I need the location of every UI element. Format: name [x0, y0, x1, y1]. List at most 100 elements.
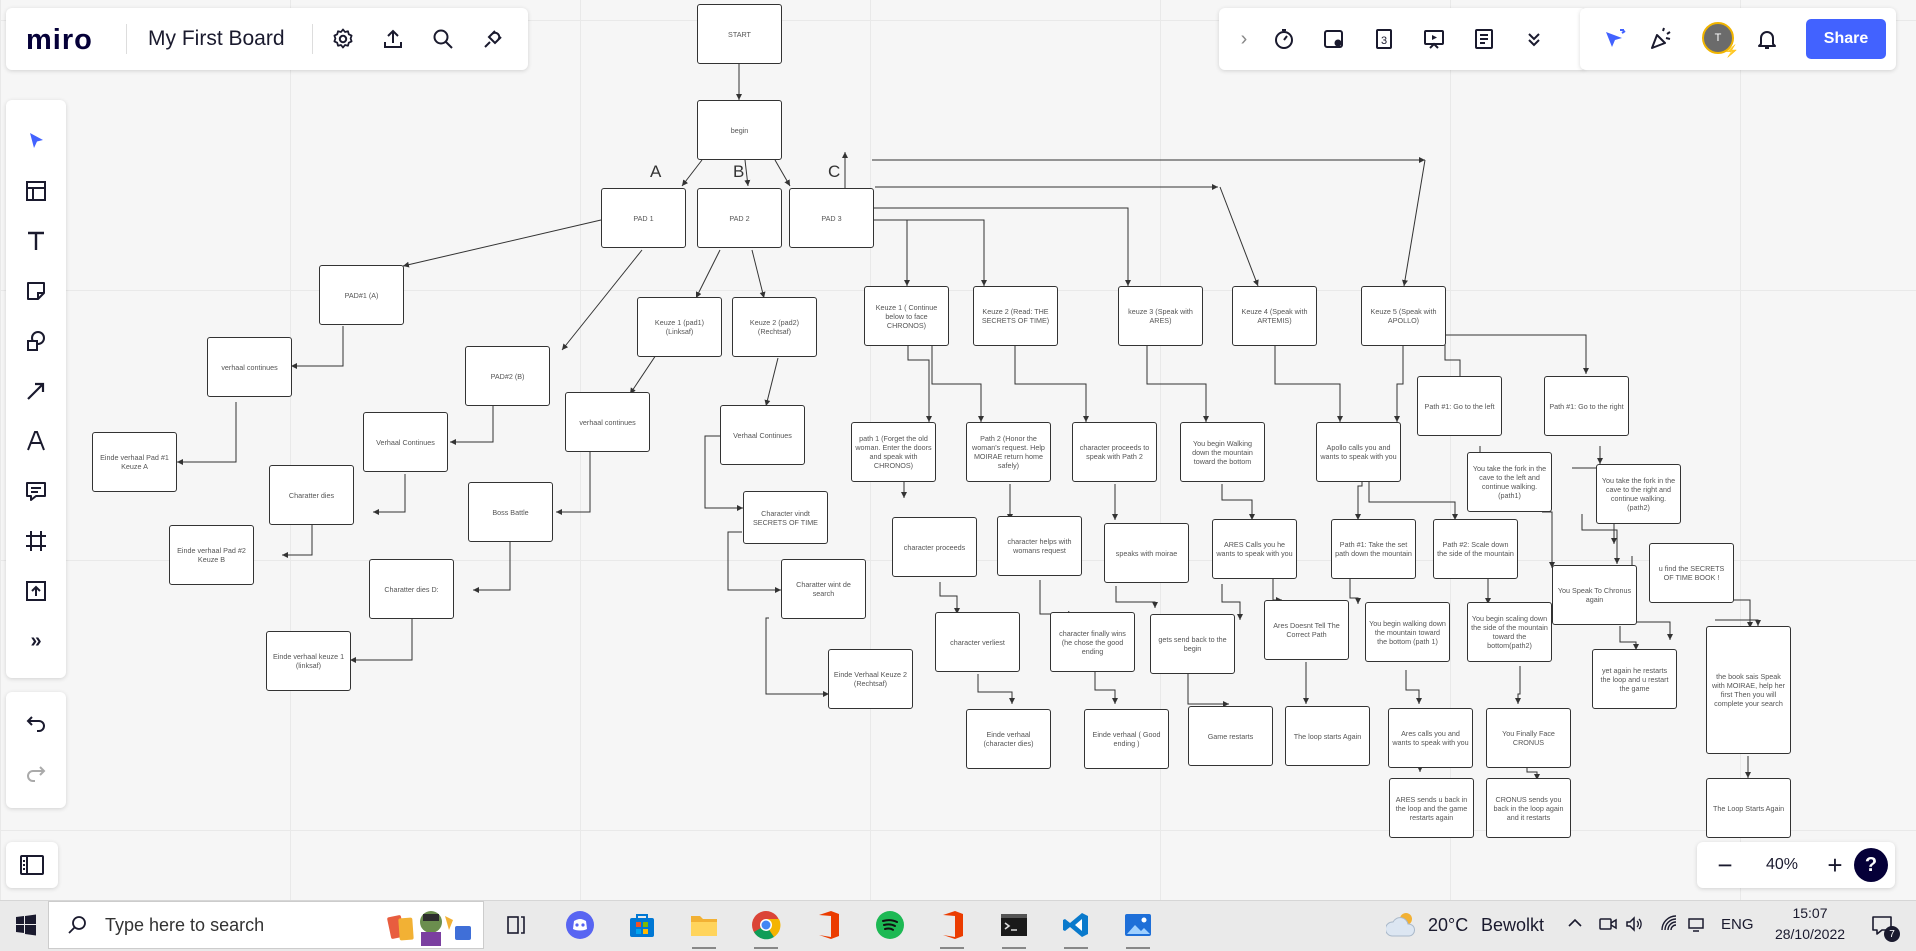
flow-node[interactable]: Ares Doesnt Tell The Correct Path: [1264, 600, 1349, 660]
upload-icon[interactable]: [376, 22, 410, 56]
flow-node[interactable]: You begin scaling down the side of the m…: [1467, 602, 1552, 662]
flow-node[interactable]: u find the SECRETS OF TIME BOOK !: [1649, 543, 1734, 603]
flow-node[interactable]: You Speak To Chronus again: [1552, 565, 1637, 625]
office-icon[interactable]: [934, 907, 970, 949]
flow-node[interactable]: ARES Calls you he wants to speak with yo…: [1212, 519, 1297, 579]
flow-node[interactable]: PAD 2: [697, 188, 782, 248]
zoom-out-button[interactable]: −: [1711, 850, 1739, 880]
flow-node[interactable]: Einde verhaal Pad #2 Keuze B: [169, 525, 254, 585]
flow-node[interactable]: verhaal continues: [207, 337, 292, 397]
miro-logo[interactable]: miro: [26, 24, 93, 57]
flow-node[interactable]: Keuze 4 (Speak with ARTEMIS): [1232, 286, 1317, 346]
flow-node[interactable]: Einde Verhaal Keuze 2 (Rechtsaf): [828, 649, 913, 709]
clock-date[interactable]: 28/10/2022: [1773, 926, 1847, 942]
sticky-note-icon[interactable]: [19, 274, 53, 308]
volume-icon[interactable]: [1624, 914, 1644, 939]
settings-icon[interactable]: [326, 22, 360, 56]
flow-node[interactable]: Keuze 5 (Speak with APOLLO): [1361, 286, 1446, 346]
flow-node[interactable]: character proceeds: [892, 517, 977, 577]
flow-node[interactable]: Keuze 2 (pad2) (Rechtsaf): [732, 297, 817, 357]
microsoft-store-icon[interactable]: [624, 907, 660, 943]
flow-node[interactable]: START: [697, 4, 782, 64]
celebration-icon[interactable]: [1644, 22, 1678, 56]
weather-temperature[interactable]: 20°C: [1428, 915, 1468, 936]
wifi-icon[interactable]: [1660, 914, 1680, 939]
zoom-level[interactable]: 40%: [1757, 856, 1807, 874]
flow-node[interactable]: Verhaal Continues: [363, 412, 448, 472]
flow-node[interactable]: yet again he restarts the loop and u res…: [1592, 649, 1677, 709]
undo-icon[interactable]: [19, 706, 53, 740]
board-title[interactable]: My First Board: [148, 27, 285, 51]
photos-icon[interactable]: [1120, 907, 1156, 949]
flow-node[interactable]: Einde verhaal ( Good ending ): [1084, 709, 1169, 769]
flow-node[interactable]: PAD 3: [789, 188, 874, 248]
network-icon[interactable]: [1686, 914, 1706, 939]
flow-node[interactable]: begin: [697, 100, 782, 160]
flow-node[interactable]: CRONUS sends you back in the loop again …: [1486, 778, 1571, 838]
flow-node[interactable]: The Loop Starts Again: [1706, 778, 1791, 838]
flow-node[interactable]: keuze 3 (Speak with ARES): [1118, 286, 1203, 346]
flow-node[interactable]: You begin walking down the mountain towa…: [1365, 602, 1450, 662]
flow-node[interactable]: Path #2: Scale down the side of the moun…: [1433, 519, 1518, 579]
flow-node[interactable]: You begin Walking down the mountain towa…: [1180, 422, 1265, 482]
flow-node[interactable]: Path #1: Go to the left: [1417, 376, 1502, 436]
flow-node[interactable]: You Finally Face CRONUS: [1486, 708, 1571, 768]
sidebar-panel-icon[interactable]: [15, 848, 49, 882]
flow-node[interactable]: gets send back to the begin: [1150, 614, 1235, 674]
taskbar-search-box[interactable]: Type here to search: [48, 901, 484, 949]
flow-node[interactable]: Apollo calls you and wants to speak with…: [1316, 422, 1401, 482]
flow-node[interactable]: Einde verhaal Pad #1 Keuze A: [92, 432, 177, 492]
flow-node[interactable]: PAD#1 (A): [319, 265, 404, 325]
flow-node[interactable]: Boss Battle: [468, 482, 553, 542]
redo-icon[interactable]: [19, 756, 53, 790]
reactions-icon[interactable]: [1317, 22, 1351, 56]
terminal-icon[interactable]: [996, 907, 1032, 949]
flow-node[interactable]: ARES sends u back in the loop and the ga…: [1389, 778, 1474, 838]
flow-node[interactable]: You take the fork in the cave to the rig…: [1596, 464, 1681, 524]
chrome-icon[interactable]: [748, 907, 784, 949]
flow-node[interactable]: Character vindt SECRETS OF TIME: [743, 491, 828, 544]
flow-node[interactable]: the book sais Speak with MOIRAE, help he…: [1706, 626, 1791, 754]
flow-node[interactable]: Verhaal Continues: [720, 405, 805, 465]
vscode-icon[interactable]: [1058, 907, 1094, 949]
shapes-icon[interactable]: [19, 324, 53, 358]
flow-node[interactable]: Charatter dies D:: [369, 559, 454, 619]
chevron-right-icon[interactable]: ›: [1227, 22, 1261, 56]
help-button[interactable]: ?: [1854, 848, 1888, 882]
zoom-in-button[interactable]: +: [1821, 850, 1849, 880]
discord-icon[interactable]: [562, 907, 598, 943]
voting-icon[interactable]: 3: [1367, 22, 1401, 56]
flow-node[interactable]: Charatter wint de search: [781, 559, 866, 619]
flow-node[interactable]: You take the fork in the cave to the lef…: [1467, 452, 1552, 512]
weather-icon[interactable]: [1385, 910, 1420, 945]
templates-icon[interactable]: [19, 174, 53, 208]
clock-time[interactable]: 15:07: [1773, 905, 1847, 921]
share-button[interactable]: Share: [1806, 19, 1886, 59]
cursor-collaboration-icon[interactable]: [1598, 22, 1632, 56]
plugin-icon[interactable]: [476, 22, 510, 56]
chevron-up-icon[interactable]: [1566, 914, 1584, 937]
flow-node[interactable]: The loop starts Again: [1285, 706, 1370, 766]
connection-line-icon[interactable]: [19, 374, 53, 408]
double-chevron-down-icon[interactable]: [1517, 22, 1551, 56]
flow-node[interactable]: path 1 (Forget the old woman. Enter the …: [851, 422, 936, 482]
windows-start-icon[interactable]: [8, 907, 44, 943]
flow-node[interactable]: Keuze 2 (Read: THE SECRETS OF TIME): [973, 286, 1058, 346]
flow-node[interactable]: Path #1: Go to the right: [1544, 376, 1629, 436]
flow-node[interactable]: Keuze 1 (pad1) (Linksaf): [637, 297, 722, 357]
flow-node[interactable]: Path #1: Take the set path down the moun…: [1331, 519, 1416, 579]
flow-node[interactable]: Einde verhaal (character dies): [966, 709, 1051, 769]
office-icon[interactable]: [810, 907, 846, 943]
more-tools-icon[interactable]: »: [19, 624, 53, 658]
task-view-icon[interactable]: [498, 907, 534, 943]
language-indicator[interactable]: ENG: [1721, 916, 1754, 933]
flow-node[interactable]: PAD#2 (B): [465, 346, 550, 406]
flow-node[interactable]: Charatter dies: [269, 465, 354, 525]
flow-node[interactable]: Keuze 1 ( Continue below to face CHRONOS…: [864, 286, 949, 346]
flow-node[interactable]: character verliest: [935, 612, 1020, 672]
text-tool-icon[interactable]: [19, 224, 53, 258]
flow-node[interactable]: verhaal continues: [565, 392, 650, 452]
comment-icon[interactable]: [19, 474, 53, 508]
weather-text[interactable]: Bewolkt: [1481, 915, 1544, 936]
flow-node[interactable]: Einde verhaal keuze 1 (linksaf): [266, 631, 351, 691]
